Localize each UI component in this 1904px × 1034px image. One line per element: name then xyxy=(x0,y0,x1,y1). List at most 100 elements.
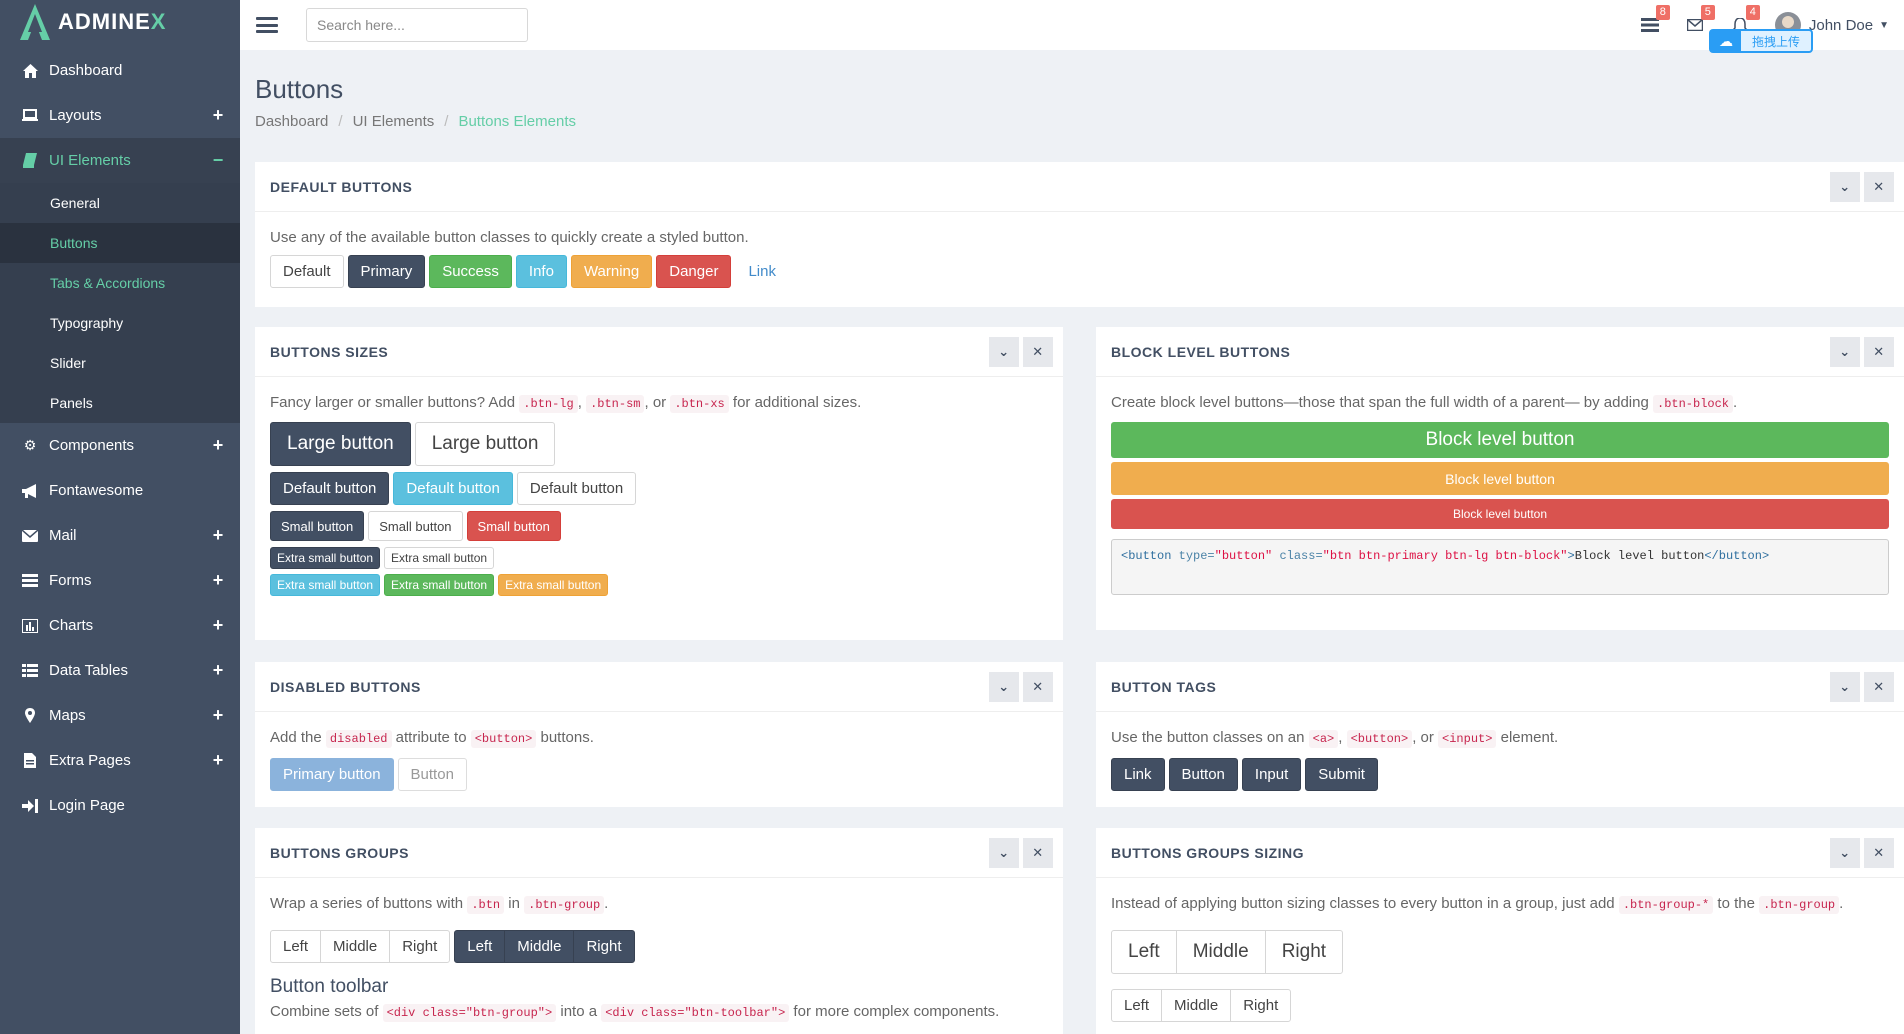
sidebar-item-login-page[interactable]: Login Page xyxy=(0,783,240,828)
bar-chart-icon xyxy=(20,618,40,633)
close-icon[interactable]: ✕ xyxy=(1864,337,1894,367)
group-left-button[interactable]: Left xyxy=(270,930,322,963)
drag-upload-widget[interactable]: ☁ 拖拽上传 xyxy=(1709,29,1813,53)
breadcrumb-ui-elements[interactable]: UI Elements xyxy=(353,113,435,130)
default-button[interactable]: Default xyxy=(270,255,344,288)
panel-description: Instead of applying button sizing classe… xyxy=(1111,895,1844,914)
sidebar-item-data-tables[interactable]: Data Tables + xyxy=(0,648,240,693)
submenu-item-tabs-accordions[interactable]: Tabs & Accordions xyxy=(0,263,240,303)
sidebar-item-charts[interactable]: Charts + xyxy=(0,603,240,648)
success-button[interactable]: Success xyxy=(429,255,512,288)
xsmall-default-button[interactable]: Extra small button xyxy=(384,547,495,569)
sidebar-item-components[interactable]: ⚙ Components + xyxy=(0,423,240,468)
group-middle-button[interactable]: Middle xyxy=(1161,989,1232,1022)
code-sample: <button type="button" class="btn btn-pri… xyxy=(1111,539,1889,595)
button-tag-button[interactable]: Button xyxy=(1168,758,1238,791)
block-success-button[interactable]: Block level button xyxy=(1111,422,1889,458)
caret-down-icon: ▼ xyxy=(1879,19,1889,31)
large-primary-button[interactable]: Large button xyxy=(270,422,411,466)
sidebar-item-ui-elements[interactable]: UI Elements − xyxy=(0,138,240,183)
panel-body: Wrap a series of buttons with .btn in .b… xyxy=(255,878,1063,1034)
group-right-button[interactable]: Right xyxy=(1264,930,1344,974)
block-danger-button[interactable]: Block level button xyxy=(1111,499,1889,529)
input-tag-button[interactable]: Input xyxy=(1241,758,1302,791)
chevron-down-icon[interactable]: ⌄ xyxy=(989,838,1019,868)
mail-badge: 5 xyxy=(1700,5,1715,20)
chevron-down-icon[interactable]: ⌄ xyxy=(989,337,1019,367)
search-input[interactable] xyxy=(306,8,528,42)
panel-description: Wrap a series of buttons with .btn in .b… xyxy=(270,895,609,914)
submenu-item-general[interactable]: General xyxy=(0,183,240,223)
close-icon[interactable]: ✕ xyxy=(1864,172,1894,202)
submit-tag-button[interactable]: Submit xyxy=(1305,758,1378,791)
group-right-button[interactable]: Right xyxy=(573,930,635,963)
xsmall-success-button[interactable]: Extra small button xyxy=(384,574,495,596)
close-icon[interactable]: ✕ xyxy=(1023,672,1053,702)
group-right-button[interactable]: Right xyxy=(1230,989,1292,1022)
collapse-icon: − xyxy=(212,150,224,170)
small-default-button[interactable]: Small button xyxy=(368,511,463,541)
close-icon[interactable]: ✕ xyxy=(1864,838,1894,868)
group-right-button[interactable]: Right xyxy=(389,930,451,963)
close-icon[interactable]: ✕ xyxy=(1023,337,1053,367)
submenu-item-slider[interactable]: Slider xyxy=(0,343,240,383)
group-left-button[interactable]: Left xyxy=(1111,930,1177,974)
sidebar-item-extra-pages[interactable]: Extra Pages + xyxy=(0,738,240,783)
group-left-button[interactable]: Left xyxy=(1111,989,1163,1022)
panel-tools: ⌄ ✕ xyxy=(1826,838,1894,868)
sidebar-item-mail[interactable]: Mail + xyxy=(0,513,240,558)
xsmall-warning-button[interactable]: Extra small button xyxy=(498,574,609,596)
sidebar-item-forms[interactable]: Forms + xyxy=(0,558,240,603)
button-row: Default Primary Success Info Warning Dan… xyxy=(270,255,1889,288)
submenu-item-buttons[interactable]: Buttons xyxy=(0,223,240,263)
chevron-down-icon[interactable]: ⌄ xyxy=(1830,838,1860,868)
warning-button[interactable]: Warning xyxy=(570,255,653,288)
mail-icon[interactable]: 5 xyxy=(1685,5,1715,35)
info-button[interactable]: Info xyxy=(515,255,567,288)
danger-button[interactable]: Danger xyxy=(656,255,732,288)
brand-name: ADMINEX xyxy=(58,9,167,34)
tasks-icon[interactable]: 8 xyxy=(1640,5,1670,35)
expand-icon: + xyxy=(212,750,224,770)
default-default-button[interactable]: Default button xyxy=(516,472,637,505)
sidebar-item-maps[interactable]: Maps + xyxy=(0,693,240,738)
panel-block-level-buttons: BLOCK LEVEL BUTTONS ⌄ ✕ Create block lev… xyxy=(1096,327,1904,630)
sidebar-item-fontawesome[interactable]: Fontawesome xyxy=(0,468,240,513)
group-left-button[interactable]: Left xyxy=(454,930,506,963)
block-warning-button[interactable]: Block level button xyxy=(1111,462,1889,495)
panel-description: Fancy larger or smaller buttons? Add .bt… xyxy=(270,394,862,413)
chevron-down-icon[interactable]: ⌄ xyxy=(1830,172,1860,202)
chevron-down-icon[interactable]: ⌄ xyxy=(1830,337,1860,367)
primary-button[interactable]: Primary xyxy=(347,255,426,288)
xsmall-info-button[interactable]: Extra small button xyxy=(270,574,381,596)
expand-icon: + xyxy=(212,615,224,635)
breadcrumb-current: Buttons Elements xyxy=(458,113,576,130)
close-icon[interactable]: ✕ xyxy=(1023,838,1053,868)
large-group-row: Left Middle Right xyxy=(1111,930,1889,974)
group-middle-button[interactable]: Middle xyxy=(504,930,575,963)
small-button-row: Small button Small button Small button xyxy=(270,511,1048,541)
chevron-down-icon[interactable]: ⌄ xyxy=(1830,672,1860,702)
small-primary-button[interactable]: Small button xyxy=(270,511,365,541)
chevron-down-icon[interactable]: ⌄ xyxy=(989,672,1019,702)
small-danger-button[interactable]: Small button xyxy=(466,511,561,541)
sidebar-item-layouts[interactable]: Layouts + xyxy=(0,93,240,138)
link-tag-button[interactable]: Link xyxy=(1111,758,1165,791)
breadcrumb-dashboard[interactable]: Dashboard xyxy=(255,113,328,130)
menu-toggle-icon[interactable] xyxy=(256,17,278,33)
sidebar-nav: Dashboard Layouts + UI Elements − xyxy=(0,48,240,183)
link-button[interactable]: Link xyxy=(735,255,789,288)
large-default-button[interactable]: Large button xyxy=(414,422,556,466)
brand-logo[interactable]: ADMINEX xyxy=(0,0,240,44)
submenu-item-typography[interactable]: Typography xyxy=(0,303,240,343)
group-middle-button[interactable]: Middle xyxy=(1175,930,1266,974)
breadcrumb-separator: / xyxy=(338,113,343,130)
group-middle-button[interactable]: Middle xyxy=(320,930,391,963)
sidebar-item-dashboard[interactable]: Dashboard xyxy=(0,48,240,93)
close-icon[interactable]: ✕ xyxy=(1864,672,1894,702)
default-size-button-group: Left Middle Right xyxy=(1111,989,1292,1022)
default-info-button[interactable]: Default button xyxy=(393,472,513,505)
default-primary-button[interactable]: Default button xyxy=(270,472,390,505)
xsmall-primary-button[interactable]: Extra small button xyxy=(270,547,381,569)
submenu-item-panels[interactable]: Panels xyxy=(0,383,240,423)
